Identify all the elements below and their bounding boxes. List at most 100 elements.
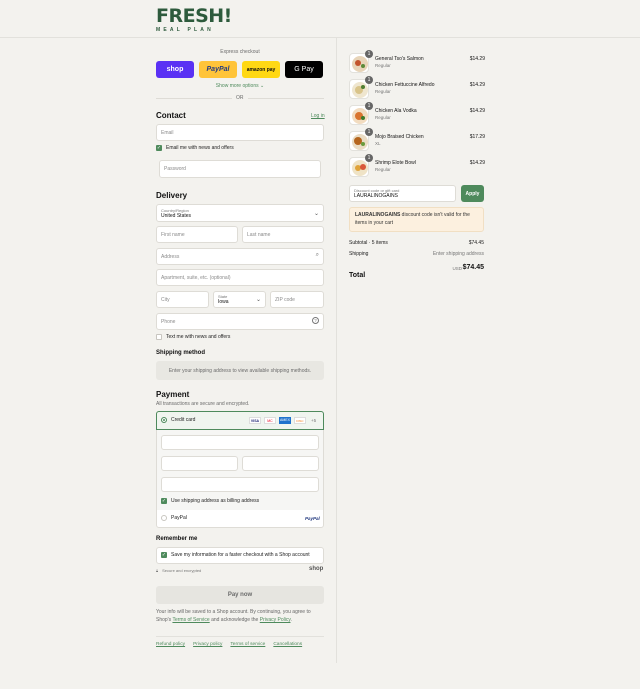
cancellations-link[interactable]: Cancellations	[273, 642, 302, 647]
chevron-down-icon: ⌄	[255, 297, 261, 303]
item-price: $14.29	[469, 82, 485, 88]
amazon-pay-button[interactable]: amazon pay	[242, 61, 280, 78]
shop-pay-label: shop	[166, 66, 184, 73]
expiry-field[interactable]	[161, 456, 238, 471]
item-price: $14.29	[469, 108, 485, 114]
pay-now-label: Pay now	[227, 592, 253, 598]
currency-label: USD	[452, 266, 462, 271]
payment-title: Payment	[156, 390, 190, 399]
first-name-field[interactable]: First name	[156, 226, 238, 243]
subtotal-value: $74.45	[468, 240, 484, 246]
total-label: Total	[349, 272, 366, 279]
save-info-checkbox-row[interactable]: ✓ Save my information for a faster check…	[161, 552, 310, 558]
refund-policy-link[interactable]: Refund policy	[156, 642, 185, 647]
country-select[interactable]: Country/Region United States ⌄	[156, 204, 324, 222]
checkbox-icon	[156, 334, 162, 340]
item-variant: Regular	[375, 89, 391, 94]
phone-field[interactable]: Phone ?	[156, 313, 324, 330]
item-variant: XL	[375, 141, 381, 146]
save-info-label: Save my information for a faster checkou…	[171, 552, 310, 558]
card-number-field[interactable]	[161, 435, 319, 450]
shop-pay-button[interactable]: shop	[156, 61, 194, 78]
quantity-badge: 1	[365, 76, 373, 84]
shipping-label: Shipping	[349, 251, 369, 257]
shipping-value: Enter shipping address	[432, 251, 484, 257]
news-checkbox-label: Email me with news and offers	[166, 145, 234, 151]
city-field[interactable]: City	[156, 291, 209, 308]
radio-selected-icon	[161, 417, 167, 423]
discount-value: LAURALINOGAINS	[354, 193, 398, 199]
terms-of-service-link[interactable]: Terms of service	[230, 642, 265, 647]
google-pay-button[interactable]: G Pay	[285, 61, 323, 78]
city-placeholder: City	[161, 296, 170, 303]
cart-item: 1 Mojo Braised Chicken XL $17.29	[349, 128, 485, 151]
column-divider	[336, 38, 337, 663]
country-value: United States	[161, 213, 192, 219]
discount-code-field[interactable]: Discount code or gift card LAURALINOGAIN…	[349, 185, 456, 202]
header: FRESH! MEAL PLAN	[0, 0, 640, 38]
item-name: Chicken Ala Vodka	[375, 108, 417, 114]
shipping-method-title: Shipping method	[156, 350, 205, 356]
or-label: OR	[232, 95, 248, 101]
apply-button[interactable]: Apply	[461, 185, 484, 202]
discover-icon: DISC	[294, 417, 306, 424]
credit-card-radio-row[interactable]: Credit card	[161, 417, 195, 423]
radio-empty-icon	[161, 515, 167, 521]
zip-field[interactable]: ZIP code	[270, 291, 324, 308]
warning-code: LAURALINOGAINS	[355, 212, 401, 218]
zip-placeholder: ZIP code	[275, 296, 295, 303]
show-more-options[interactable]: Show more options ⌄	[156, 83, 324, 89]
item-name: Shrimp Elote Bowl	[375, 160, 416, 166]
paypal-logo-icon: PayPal	[305, 516, 320, 521]
search-icon: ⌕	[315, 252, 319, 258]
shipping-method-box: Enter your shipping address to view avai…	[156, 361, 324, 380]
paypal-option[interactable]: PayPal	[161, 515, 187, 521]
quantity-badge: 1	[365, 102, 373, 110]
cart-item: 1 General Tso's Salmon Regular $14.29	[349, 50, 485, 73]
total-row: Total USD $74.45	[349, 264, 484, 279]
item-variant: Regular	[375, 63, 391, 68]
password-field[interactable]: Password	[159, 160, 321, 178]
item-price: $17.29	[469, 134, 485, 140]
google-pay-label: G Pay	[294, 66, 314, 73]
cart-item: 1 Shrimp Elote Bowl Regular $14.29	[349, 154, 485, 177]
brand-logo[interactable]: FRESH! MEAL PLAN	[156, 5, 232, 34]
apartment-field[interactable]: Apartment, suite, etc. (optional)	[156, 269, 324, 286]
total-value: $74.45	[462, 264, 484, 271]
name-on-card-field[interactable]	[161, 477, 319, 492]
payment-subtitle: All transactions are secure and encrypte…	[156, 401, 250, 407]
apartment-placeholder: Apartment, suite, etc. (optional)	[161, 274, 231, 281]
pay-now-button[interactable]: Pay now	[156, 586, 324, 604]
privacy-link[interactable]: Privacy Policy	[260, 617, 291, 623]
address-field[interactable]: Address ⌕	[156, 248, 324, 265]
state-select[interactable]: State Iowa ⌄	[213, 291, 266, 308]
phone-placeholder: Phone	[161, 318, 176, 325]
news-checkbox-row[interactable]: ✓ Email me with news and offers	[156, 145, 234, 151]
quantity-badge: 1	[365, 154, 373, 162]
first-name-placeholder: First name	[161, 231, 185, 238]
text-checkbox-row[interactable]: Text me with news and offers	[156, 334, 230, 340]
lock-icon: 🔒︎	[156, 568, 159, 573]
privacy-policy-link[interactable]: Privacy policy	[193, 642, 222, 647]
paypal-button[interactable]: PayPal	[199, 61, 237, 78]
checkmark-icon: ✓	[161, 498, 167, 504]
email-field[interactable]: Email	[156, 124, 324, 141]
chevron-down-icon: ⌄	[260, 83, 265, 89]
login-link[interactable]: Log in	[311, 113, 325, 119]
amex-icon: AMEX	[279, 417, 291, 424]
security-code-field[interactable]	[242, 456, 319, 471]
email-placeholder: Email	[161, 129, 174, 136]
billing-checkbox-label: Use shipping address as billing address	[171, 498, 260, 504]
text-checkbox-label: Text me with news and offers	[166, 334, 231, 340]
apply-label: Apply	[465, 190, 480, 197]
checkmark-icon: ✓	[161, 552, 167, 558]
last-name-field[interactable]: Last name	[242, 226, 324, 243]
billing-checkbox-row[interactable]: ✓ Use shipping address as billing addres…	[161, 498, 259, 504]
quantity-badge: 1	[365, 50, 373, 58]
item-name: Chicken Fettuccine Alfredo	[375, 82, 435, 88]
item-name: General Tso's Salmon	[375, 56, 424, 62]
credit-card-label: Credit card	[171, 417, 196, 423]
terms-link[interactable]: Terms of Service	[172, 617, 209, 623]
help-icon[interactable]: ?	[312, 317, 319, 324]
brand-name: FRESH!	[156, 5, 232, 27]
